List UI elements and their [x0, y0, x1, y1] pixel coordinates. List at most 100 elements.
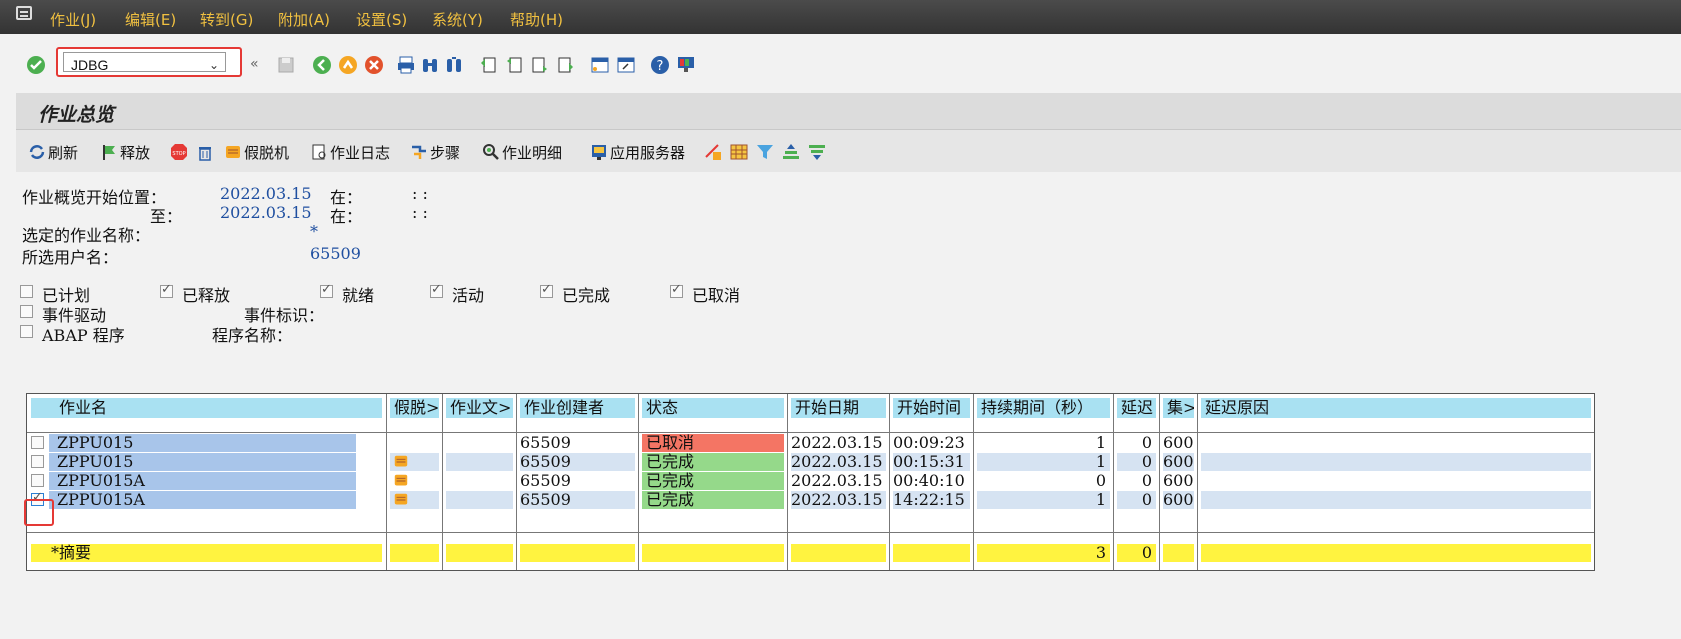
- event-driven-checkbox[interactable]: [20, 305, 33, 318]
- column-header-class[interactable]: 集>: [1163, 398, 1194, 418]
- row-checkbox[interactable]: [31, 474, 44, 487]
- job-name-cell[interactable]: ZPPU015: [49, 434, 356, 452]
- menu-settings[interactable]: 设置(S): [356, 9, 407, 30]
- menu-help[interactable]: 帮助(H): [510, 9, 563, 30]
- start-time-cell: 00:09:23: [893, 434, 970, 452]
- app-server-button[interactable]: 应用服务器: [590, 142, 685, 163]
- filter-ready-checkbox[interactable]: [320, 282, 333, 298]
- class-cell: 600: [1163, 491, 1194, 509]
- column-divider: [516, 394, 517, 570]
- layout-icon[interactable]: [676, 55, 696, 75]
- print-icon[interactable]: [396, 55, 416, 75]
- summary-cell: [520, 544, 635, 562]
- refresh-button[interactable]: 刷新: [28, 142, 78, 163]
- command-field[interactable]: JDBG ⌄: [63, 52, 226, 73]
- class-cell: 600: [1163, 453, 1194, 471]
- column-header-creator[interactable]: 作业创建者: [520, 398, 635, 418]
- spool-icon[interactable]: [392, 492, 410, 508]
- first-page-icon[interactable]: [478, 55, 498, 75]
- filter-icon[interactable]: [756, 143, 774, 161]
- column-header-spool[interactable]: 假脱>: [390, 398, 439, 418]
- delay-reason-cell: [1201, 434, 1591, 452]
- shortcut-icon[interactable]: [616, 55, 636, 75]
- cancel-icon[interactable]: [364, 55, 384, 75]
- end-time: : :: [412, 203, 428, 222]
- back-icon[interactable]: [312, 55, 332, 75]
- column-header-status[interactable]: 状态: [642, 398, 784, 418]
- sort-ascending-icon[interactable]: [782, 143, 800, 161]
- column-header-delay[interactable]: 延迟: [1117, 398, 1156, 418]
- next-page-icon[interactable]: [530, 55, 550, 75]
- spool-icon[interactable]: [392, 454, 410, 470]
- steps-label: 步骤: [430, 144, 461, 162]
- menu-extras[interactable]: 附加(A): [278, 9, 330, 30]
- help-icon[interactable]: ?: [650, 55, 670, 75]
- steps-icon: [412, 145, 426, 159]
- chevron-down-icon[interactable]: ⌄: [209, 58, 219, 72]
- job-detail-button[interactable]: 作业明细: [482, 142, 562, 163]
- job-doc-cell: [446, 453, 513, 471]
- previous-page-icon[interactable]: [504, 55, 524, 75]
- job-log-button[interactable]: 作业日志: [310, 142, 390, 163]
- svg-text:?: ?: [657, 59, 664, 74]
- menu-job[interactable]: 作业(J): [50, 9, 96, 30]
- creator-cell: 65509: [520, 472, 635, 490]
- column-header-delay-reason[interactable]: 延迟原因: [1201, 398, 1591, 418]
- column-divider: [386, 394, 387, 570]
- column-header-job-name[interactable]: 作业名: [31, 398, 382, 418]
- delete-icon[interactable]: [196, 143, 214, 161]
- page-title: 作业总览: [38, 104, 115, 126]
- spool-icon: [226, 146, 240, 158]
- job-name-cell[interactable]: ZPPU015A: [49, 472, 356, 490]
- save-icon[interactable]: [276, 55, 296, 75]
- filter-scheduled-checkbox[interactable]: [20, 285, 33, 298]
- last-page-icon[interactable]: [556, 55, 576, 75]
- release-label: 释放: [120, 144, 151, 162]
- stop-icon[interactable]: STOP: [170, 143, 188, 161]
- select-layout-icon[interactable]: [704, 143, 722, 161]
- collapse-icon[interactable]: «: [250, 56, 259, 72]
- enter-check-icon[interactable]: [26, 55, 46, 75]
- creator-cell: 65509: [520, 434, 635, 452]
- column-header-job-doc[interactable]: 作业文>: [446, 398, 513, 418]
- filter-finished-checkbox[interactable]: [540, 282, 553, 298]
- spool-button[interactable]: 假脱机: [224, 142, 289, 163]
- menu-system[interactable]: 系统(Y): [432, 9, 483, 30]
- column-divider: [787, 394, 788, 570]
- spool-cell: [390, 453, 439, 471]
- job-name-cell[interactable]: ZPPU015: [49, 453, 356, 471]
- start-label: 作业概览开始位置：: [22, 188, 167, 207]
- command-field-highlight: JDBG ⌄: [56, 47, 242, 77]
- steps-button[interactable]: 步骤: [410, 142, 460, 163]
- delay-cell: 0: [1117, 434, 1156, 452]
- new-session-icon[interactable]: [590, 55, 610, 75]
- find-icon[interactable]: [420, 55, 440, 75]
- column-header-duration[interactable]: 持续期间（秒）: [977, 398, 1110, 418]
- summary-label: *摘要: [31, 544, 382, 562]
- find-next-icon[interactable]: [444, 55, 464, 75]
- spool-cell: [390, 434, 439, 452]
- filter-active-checkbox[interactable]: [430, 282, 443, 298]
- start-date-cell: 2022.03.15: [791, 472, 886, 490]
- filter-released-checkbox[interactable]: [160, 282, 173, 298]
- menu-icon[interactable]: [16, 6, 32, 20]
- sort-descending-icon[interactable]: [808, 143, 826, 161]
- filter-canceled-checkbox[interactable]: [670, 282, 683, 298]
- exit-icon[interactable]: [338, 55, 358, 75]
- creator-cell: 65509: [520, 453, 635, 471]
- menu-edit[interactable]: 编辑(E): [125, 9, 176, 30]
- class-cell: 600: [1163, 434, 1194, 452]
- menu-goto[interactable]: 转到(G): [200, 9, 253, 30]
- jobname-value: *: [310, 222, 318, 241]
- column-header-start-date[interactable]: 开始日期: [791, 398, 886, 418]
- job-name-cell[interactable]: ZPPU015A: [49, 491, 356, 509]
- grid-icon[interactable]: [730, 143, 748, 161]
- release-button[interactable]: 释放: [100, 142, 150, 163]
- program-name-label: 程序名称：: [212, 326, 293, 345]
- abap-program-checkbox[interactable]: [20, 325, 33, 338]
- column-header-start-time[interactable]: 开始时间: [893, 398, 970, 418]
- spool-icon[interactable]: [392, 473, 410, 489]
- row-checkbox[interactable]: [31, 455, 44, 468]
- row-checkbox[interactable]: [31, 436, 44, 449]
- app-server-label: 应用服务器: [610, 144, 686, 162]
